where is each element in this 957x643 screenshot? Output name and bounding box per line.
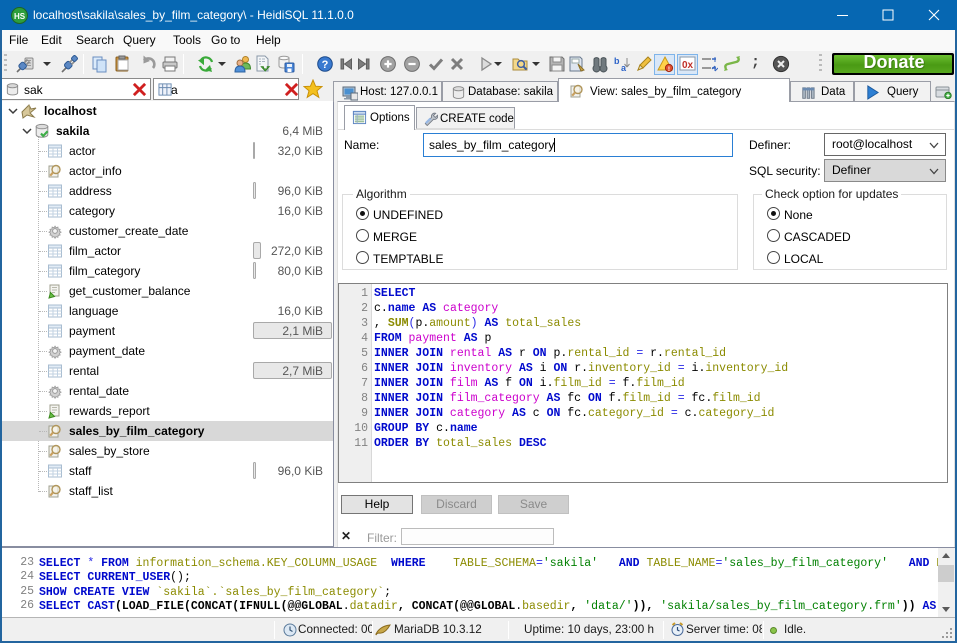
- svg-text:?: ?: [322, 59, 329, 71]
- svg-text:b: b: [614, 56, 620, 66]
- svg-text:HS: HS: [14, 12, 26, 21]
- svg-text:!: !: [668, 66, 670, 73]
- svg-text:0x: 0x: [682, 60, 694, 71]
- svg-text:a: a: [621, 63, 627, 73]
